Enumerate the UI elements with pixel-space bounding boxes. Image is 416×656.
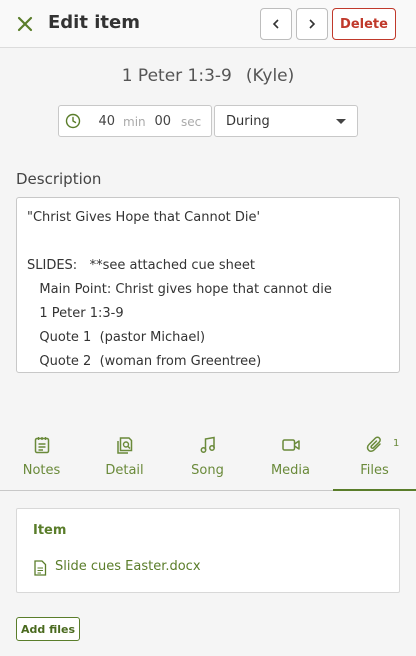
timing-select[interactable]: During [214,105,358,137]
item-person: (Kyle) [245,66,295,86]
tab-label: Song [191,463,224,478]
seconds-field[interactable]: 00 [153,114,171,129]
music-note-icon [200,436,215,453]
item-reference: 1 Peter 1:3-9 [121,66,232,86]
video-camera-icon [281,439,300,451]
dropdown-caret-icon [336,119,346,124]
close-button[interactable] [14,13,36,35]
description-line: 1 Peter 1:3-9 [27,306,124,321]
timing-selected-value: During [226,114,270,129]
detail-icon [116,437,132,454]
files-card: Item Slide cues Easter.docx [16,508,400,593]
item-heading: 1 Peter 1:3-9 (Kyle) [0,66,416,86]
description-label: Description [16,170,102,188]
close-icon [17,16,33,32]
header-bar: Edit item Delete [0,0,416,48]
tab-label: Notes [22,463,61,478]
files-count-badge: 1 [393,438,400,449]
chevron-right-icon [309,19,316,29]
minutes-unit: min [123,115,146,129]
tab-detail[interactable]: Detail [83,426,166,490]
tab-files[interactable]: 1 Files [333,426,416,491]
item-tabs: Notes Detail Song Media 1 Files [0,426,416,491]
description-line: Quote 2 (woman from Greentree) [27,354,262,369]
chevron-left-icon [272,19,279,29]
document-icon [34,560,47,576]
tab-label: Files [360,463,389,478]
next-item-button[interactable] [296,8,328,40]
tab-media[interactable]: Media [249,426,332,490]
page-title: Edit item [48,12,140,33]
tab-notes[interactable]: Notes [0,426,83,490]
description-line: Main Point: Christ gives hope that canno… [27,282,332,297]
clock-icon [65,113,81,129]
tab-label: Media [270,463,311,478]
seconds-unit: sec [181,115,202,129]
description-line: SLIDES: **see attached cue sheet [27,258,256,273]
duration-input[interactable]: 40 min 00 sec [58,105,212,137]
previous-item-button[interactable] [260,8,292,40]
delete-button[interactable]: Delete [332,8,396,40]
tab-label: Detail [105,463,144,478]
tab-song[interactable]: Song [166,426,249,490]
description-line: "Christ Gives Hope that Cannot Die' [27,210,261,225]
description-line [27,230,389,254]
description-line: Quote 1 (pastor Michael) [27,330,206,345]
notes-icon [34,437,49,454]
add-files-button[interactable]: Add files [16,617,80,641]
file-name: Slide cues Easter.docx [55,559,201,574]
description-textarea[interactable]: "Christ Gives Hope that Cannot Die' SLID… [16,197,400,373]
files-card-title: Item [33,523,67,538]
paperclip-icon [366,436,381,453]
minutes-field[interactable]: 40 [95,114,115,129]
